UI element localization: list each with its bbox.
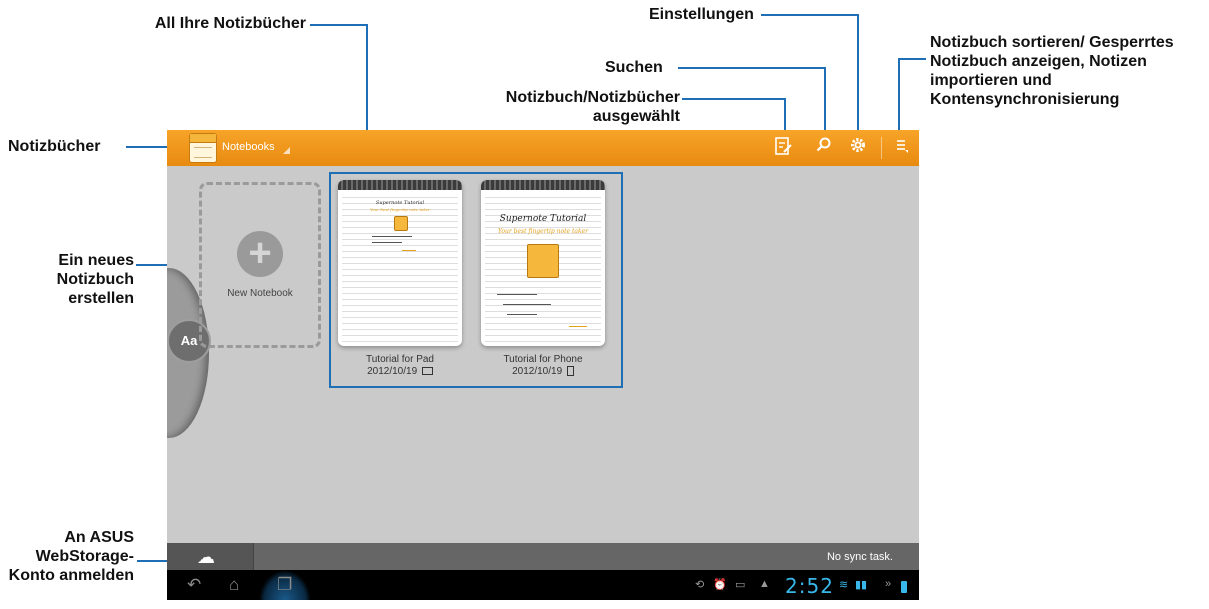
search-button[interactable] bbox=[812, 136, 836, 160]
notebook-preview-subtitle: Your best fingertip note taker bbox=[369, 207, 431, 212]
recent-apps-icon[interactable]: ❐ bbox=[277, 576, 292, 594]
notebook-preview-scribble bbox=[372, 242, 402, 243]
menu-icon bbox=[897, 140, 908, 153]
notebook-preview-scribble bbox=[402, 250, 416, 251]
leader-line bbox=[898, 58, 926, 60]
leader-line bbox=[682, 98, 786, 100]
notebook-preview-icon bbox=[394, 216, 408, 231]
notebook-date: 2012/10/19 bbox=[367, 366, 418, 377]
notebook-card[interactable]: Supernote Tutorial Your best fingertip n… bbox=[338, 180, 462, 346]
notebook-cover-page: Supernote Tutorial Your best fingertip n… bbox=[485, 192, 601, 342]
notebook-card[interactable]: Supernote Tutorial Your best fingertip n… bbox=[481, 180, 605, 346]
notebook-preview-scribble bbox=[569, 326, 587, 327]
phone-icon bbox=[566, 366, 574, 377]
sync-status-text: No sync task. bbox=[826, 551, 893, 563]
action-bar: Notebooks bbox=[167, 130, 919, 166]
search-icon bbox=[816, 137, 831, 152]
back-icon[interactable]: ↶ bbox=[187, 576, 201, 594]
settings-gear-icon bbox=[851, 138, 865, 152]
battery-status-icon: ▭ bbox=[735, 579, 746, 591]
notebooks-app-icon[interactable] bbox=[189, 133, 217, 163]
callout-create-notebook: Ein neues Notizbuch erstellen bbox=[56, 252, 134, 307]
leader-line bbox=[898, 58, 900, 138]
sync-notification-icon: ⟲ bbox=[695, 579, 705, 591]
notebook-name: Tutorial for Pad bbox=[366, 354, 434, 365]
warning-icon: ▲ bbox=[759, 578, 770, 590]
notebook-cover-page: Supernote Tutorial Your best fingertip n… bbox=[342, 192, 458, 342]
battery-icon bbox=[901, 581, 907, 593]
alarm-icon: ⏰ bbox=[713, 579, 727, 591]
system-clock[interactable]: 2:52 bbox=[785, 574, 834, 598]
select-notebooks-button[interactable] bbox=[771, 136, 795, 160]
callout-settings: Einstellungen bbox=[649, 6, 754, 23]
leader-line bbox=[857, 14, 859, 136]
notebook-preview-scribble bbox=[503, 304, 551, 305]
more-icon: » bbox=[885, 578, 892, 590]
leader-line bbox=[310, 24, 368, 26]
home-icon[interactable]: ⌂ bbox=[229, 576, 239, 594]
callout-webstorage-login: An ASUS WebStorage-Konto anmelden bbox=[8, 529, 134, 584]
callout-notebooks: Notizbücher bbox=[8, 138, 101, 155]
signal-icon: ▮▮ bbox=[855, 579, 868, 591]
notebook-date: 2012/10/19 bbox=[512, 366, 563, 377]
system-navigation-bar: ↶ ⌂ ❐ ⟲ ⏰ ▭ ▲ 2:52 ≋ ▮▮ » bbox=[167, 570, 919, 600]
callout-all-notebooks: All Ihre Notizbücher bbox=[154, 15, 306, 32]
leader-line bbox=[761, 14, 859, 16]
notebook-date-row: 2012/10/19 bbox=[330, 366, 470, 378]
overflow-menu-button[interactable] bbox=[889, 136, 913, 160]
cloud-settings-icon: ☁ bbox=[197, 547, 215, 567]
toolbar-divider bbox=[881, 137, 882, 159]
notebook-preview-subtitle: Your best fingertip note taker bbox=[497, 228, 589, 235]
webstorage-login-button[interactable]: ☁ bbox=[167, 543, 254, 570]
callout-selected-notebooks: Notizbuch/Notizbücher ausgewählt bbox=[505, 89, 680, 125]
select-notebooks-icon bbox=[775, 137, 792, 155]
dropdown-arrow-icon bbox=[283, 147, 290, 154]
notebook-preview-title: Supernote Tutorial bbox=[499, 214, 587, 224]
notebook-preview-icon bbox=[527, 244, 559, 278]
notebook-preview-title: Supernote Tutorial bbox=[375, 200, 425, 206]
notebook-name: Tutorial for Phone bbox=[503, 354, 583, 365]
notebook-binding bbox=[481, 180, 605, 190]
new-notebook-button[interactable]: + New Notebook bbox=[199, 182, 321, 348]
notebook-preview-scribble bbox=[497, 294, 537, 295]
app-screen: Notebooks Aa + New Notebook Supernote Tu… bbox=[167, 130, 919, 600]
notebook-date-row: 2012/10/19 bbox=[473, 366, 613, 378]
callout-search: Suchen bbox=[605, 59, 663, 76]
leader-line bbox=[824, 67, 826, 136]
notebook-binding bbox=[338, 180, 462, 190]
new-notebook-label: New Notebook bbox=[227, 288, 293, 299]
notebook-preview-scribble bbox=[507, 314, 537, 315]
settings-button[interactable] bbox=[846, 136, 870, 160]
tablet-icon bbox=[421, 367, 433, 376]
wifi-icon: ≋ bbox=[839, 579, 849, 591]
plus-icon: + bbox=[237, 231, 283, 277]
callout-sort-menu: Notizbuch sortieren/ Gesperrtes Notizbuc… bbox=[930, 34, 1174, 108]
leader-line bbox=[678, 67, 826, 69]
notebook-preview-scribble bbox=[372, 236, 412, 237]
app-title[interactable]: Notebooks bbox=[222, 141, 275, 153]
sync-bar: ☁ No sync task. bbox=[167, 543, 919, 570]
